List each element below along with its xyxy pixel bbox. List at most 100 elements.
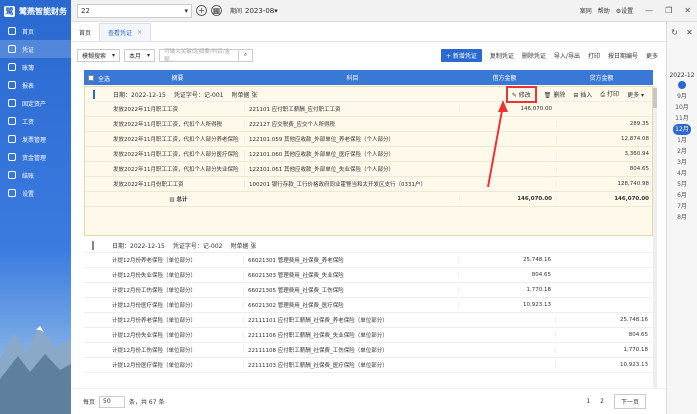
table-row[interactable]: 发放2022年11月职工工资，代扣个人所得税 222127 应交税费_应交个人所得… <box>85 117 652 132</box>
table-row[interactable]: 发放2022年11月职工工资，代扣个人部分养老保险 122101.059 其他应收… <box>85 132 652 147</box>
cell-summary: 计提12月份失业保险（单位部分） <box>112 333 196 339</box>
restore-icon[interactable]: ❐ <box>665 6 672 15</box>
search-input[interactable]: 可输入关键词/摘要/科目/金额... <box>159 48 240 63</box>
import-export-button[interactable]: 导入/导出 <box>554 51 580 60</box>
month-item[interactable]: 6月 <box>667 190 697 201</box>
voucher-checkbox[interactable] <box>92 240 94 250</box>
month-item[interactable]: 7月 <box>667 201 697 212</box>
cell-subject: 66021302 管理费用_社保费_医疗保险 <box>243 301 458 309</box>
close-icon[interactable]: ✕ <box>684 6 691 15</box>
month-item[interactable]: 3月 <box>667 157 697 168</box>
chevron-down-icon: ▾ <box>112 51 116 59</box>
table-row[interactable]: 计提12月份工伤保险（单位部分） 22111108 应付职工薪酬_社保费_工伤保险… <box>84 343 653 358</box>
period-select[interactable]: 2023-08 ▾ <box>245 5 283 17</box>
voucher-card[interactable]: 日期：2022-12-15 凭证字号：记-002 附单据 张 计提12月份养老保… <box>84 238 653 404</box>
table-row[interactable]: 计提12月份失业保险（单位部分） 22111106 应付职工薪酬_社保费_失业保险… <box>84 328 653 343</box>
edit-voucher-button[interactable]: ✎ 修改 <box>505 85 537 103</box>
renumber-button[interactable]: 按日期编号 <box>608 51 638 60</box>
table-row[interactable]: 计提12月份养老保险（单位部分） 66021301 管理费用_社保费_养老保险 25… <box>84 253 653 268</box>
scrollbar[interactable] <box>653 86 657 404</box>
link-settings[interactable]: ⚙设置 <box>616 6 633 15</box>
print-button[interactable]: 打印 <box>588 51 600 60</box>
add-icon[interactable]: + <box>196 5 207 16</box>
table-row[interactable]: 计提12月份工伤保险（单位部分） 66021305 管理费用_社保费_工伤保险 1,… <box>84 283 653 298</box>
month-item[interactable]: 4月 <box>667 168 697 179</box>
link-help[interactable]: 帮助 <box>598 6 610 15</box>
nav-icon <box>8 135 16 143</box>
new-voucher-button[interactable]: + 新增凭证 <box>440 48 482 62</box>
voucher-checkbox[interactable] <box>93 89 95 99</box>
cell-summary: 计提12月份养老保险（单位部分） <box>112 318 196 324</box>
sidebar-item[interactable]: 发票管理 <box>0 130 71 148</box>
tab-home[interactable]: 首页 <box>71 23 99 41</box>
cell-summary: 计提12月份医疗保险（单位部分） <box>112 363 196 369</box>
delete-voucher-button[interactable]: 删除凭证 <box>522 51 546 60</box>
month-item[interactable]: 11月 <box>667 113 697 124</box>
more-actions-button[interactable]: 更多 ▾ <box>627 90 644 99</box>
arrow-up-icon[interactable] <box>678 81 686 89</box>
cell-credit: 25,748.16 <box>555 317 652 323</box>
month-item[interactable]: 9月 <box>667 91 697 102</box>
table-row[interactable]: 发放2022年11月职工工资，代扣个人部分失业保险 122101.061 其他应收… <box>85 162 652 177</box>
table-row[interactable]: 发放2022年11月份职工工资 100201 银行存款_工行价格政府同业霍警当和太… <box>85 177 652 192</box>
voucher-card[interactable]: 日期：2022-12-15 凭证字号：记-001 附单据 张 ✎ 修改 🗑 删除… <box>84 85 653 236</box>
next-page-button[interactable]: 下一页 <box>613 394 646 409</box>
sidebar-item-label: 工资 <box>22 118 35 126</box>
scrollbar-thumb[interactable] <box>653 88 657 108</box>
month-item[interactable]: 10月 <box>667 102 697 113</box>
select-all-checkbox[interactable] <box>88 74 94 81</box>
sidebar-item[interactable]: 工资 <box>0 112 71 130</box>
sidebar-item-label: 资金管理 <box>22 154 47 162</box>
tab-view-voucher[interactable]: 查看凭证 × <box>99 23 152 41</box>
grid-icon[interactable]: ▦ <box>211 5 222 16</box>
voucher-header: 日期：2022-12-15 凭证字号：记-001 附单据 张 ✎ 修改 🗑 删除… <box>85 85 652 103</box>
page-2[interactable]: 2 <box>600 398 604 405</box>
cell-summary: 计提12月份养老保险（单位部分） <box>112 258 196 264</box>
month-item[interactable]: 1月 <box>667 135 697 146</box>
print-voucher-button[interactable]: ⎙ 打印 <box>600 89 619 99</box>
sidebar-item[interactable]: 首页 <box>0 22 71 40</box>
month-item[interactable]: 2月 <box>667 146 697 157</box>
period-filter-select[interactable]: 本月 ▾ <box>124 48 156 62</box>
sidebar-item[interactable]: 结账 <box>0 166 71 184</box>
sidebar-item[interactable]: 资金管理 <box>0 148 71 166</box>
cell-subject: 22111108 应付职工薪酬_社保费_工伤保险（单位部分） <box>243 346 458 354</box>
link-user[interactable]: 案同 <box>580 6 592 15</box>
cell-credit: 12,874.08 <box>556 136 653 142</box>
account-select[interactable]: 22 ▾ <box>77 3 192 18</box>
cell-summary: 计提12月份失业保险（单位部分） <box>112 273 196 279</box>
close-icon[interactable]: ✕ <box>686 28 693 37</box>
close-tab-icon[interactable]: × <box>137 29 142 36</box>
nav-icon <box>8 153 16 161</box>
insert-button[interactable]: ⊞ 插入 <box>573 90 592 99</box>
copy-voucher-button[interactable]: 复制凭证 <box>490 51 514 60</box>
month-item[interactable]: 8月 <box>667 212 697 223</box>
table-row[interactable]: 计提12月份失业保险（单位部分） 66021303 管理费用_社保费_失业保险 80… <box>84 268 653 283</box>
month-item[interactable]: 5月 <box>667 179 697 190</box>
cell-summary: 计提12月份工伤保险（单位部分） <box>112 348 196 354</box>
period-label: 期间 <box>230 8 243 15</box>
table-row[interactable]: 计提12月份医疗保险（单位部分） 22111103 应付职工薪酬_社保费_医疗保险… <box>84 358 653 373</box>
table-row[interactable]: 发放2022年11月职工工资 221101 应付职工薪酬_应付职工工资 146,07… <box>85 102 652 117</box>
tab-bar: 首页 查看凭证 × <box>71 22 666 42</box>
minimize-icon[interactable]: — <box>645 6 653 15</box>
more-button[interactable]: 更多 <box>646 51 658 60</box>
sidebar-item[interactable]: 设置 <box>0 184 71 202</box>
search-icon[interactable]: ⌕ <box>239 48 254 62</box>
sidebar-item[interactable]: 固定资产 <box>0 94 71 112</box>
sidebar-item[interactable]: 报表 <box>0 76 71 94</box>
month-item[interactable]: 12月 <box>673 124 691 135</box>
table-row[interactable]: 计提12月份医疗保险（单位部分） 66021302 管理费用_社保费_医疗保险 10… <box>84 298 653 313</box>
table-row[interactable]: 计提12月份养老保险（单位部分） 22111101 应付职工薪酬_社保费_养老保险… <box>84 313 653 328</box>
delete-button[interactable]: 🗑 删除 <box>544 90 566 99</box>
cell-subject: 122101.061 其他应收款_外部单位_失业保险（个人部分） <box>244 165 459 173</box>
page-1[interactable]: 1 <box>586 398 590 405</box>
cell-summary: 发放2022年11月职工工资，代扣个人部分养老保险 <box>113 137 239 143</box>
refresh-icon[interactable]: ↻ <box>671 28 678 37</box>
page-size-input[interactable]: 50 <box>99 395 126 408</box>
sidebar-item-label: 发票管理 <box>22 136 47 144</box>
table-row[interactable]: 发放2022年11月职工工资，代扣个人部分医疗保险 122101.060 其他应收… <box>85 147 652 162</box>
filter-select[interactable]: 模糊搜索 ▾ <box>77 48 121 62</box>
sidebar-item[interactable]: 凭证 <box>0 40 71 58</box>
sidebar-item[interactable]: 账簿 <box>0 58 71 76</box>
